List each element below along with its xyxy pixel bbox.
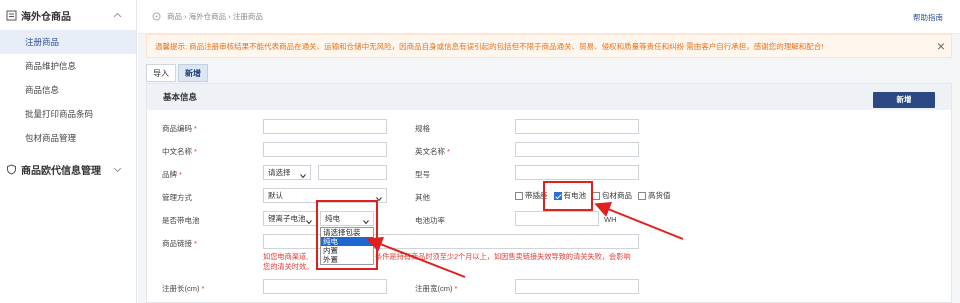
location-icon — [152, 12, 161, 21]
model-label: 型号 — [415, 170, 430, 179]
sidebar-item-product-maintenance[interactable]: 商品维护信息 — [0, 54, 136, 78]
annotation-box-battery — [543, 181, 593, 211]
power-input[interactable] — [515, 211, 599, 226]
tab-bar: 导入 新增 — [146, 64, 210, 82]
sidebar-item-product-info[interactable]: 商品信息 — [0, 78, 136, 102]
brand-select[interactable]: 请选择 — [263, 165, 311, 180]
power-label: 电池功率 — [415, 216, 445, 225]
other-label: 其他 — [415, 193, 430, 202]
chevron-down-icon — [376, 193, 382, 202]
sidebar-group-eu-rep[interactable]: 商品欧代信息管理 — [0, 154, 136, 184]
packaging-checkbox[interactable]: 包材商品 — [592, 190, 632, 201]
chevron-down-icon — [300, 170, 306, 179]
checkbox-icon — [592, 191, 600, 200]
width-label: 注册宽(cm) * — [415, 284, 458, 293]
length-input[interactable] — [263, 279, 387, 294]
add-button[interactable]: 新增 — [873, 92, 935, 108]
sidebar-item-packaging-products[interactable]: 包材商品管理 — [0, 126, 136, 150]
chevron-up-icon — [113, 11, 122, 20]
checkbox-label: 高货值 — [648, 191, 671, 200]
en-name-label: 英文名称 * — [415, 147, 450, 156]
sku-input[interactable] — [263, 119, 387, 134]
tab-import[interactable]: 导入 — [146, 64, 176, 82]
breadcrumb-text: 商品 › 海外仓商品 › 注册商品 — [167, 12, 263, 21]
sidebar-group-overseas-products[interactable]: 海外仓商品 — [0, 0, 136, 30]
model-input[interactable] — [515, 165, 639, 180]
manage-label: 管理方式 — [162, 193, 192, 202]
sidebar-group-label: 海外仓商品 — [21, 11, 71, 23]
manage-select-value: 默认 — [268, 191, 283, 200]
annotation-box-dropdown — [316, 200, 378, 270]
sidebar-item-batch-print-barcode[interactable]: 批量打印商品条码 — [0, 102, 136, 126]
sidebar: 海外仓商品 注册商品 商品维护信息 商品信息 批量打印商品条码 包材商品管理 商… — [0, 0, 137, 303]
battery-type-value: 锂离子电池 — [268, 214, 306, 223]
brand-label: 品牌 * — [162, 170, 182, 179]
tab-add-new[interactable]: 新增 — [178, 64, 208, 82]
battery-type-select[interactable]: 锂离子电池 — [263, 211, 317, 226]
power-unit: WH — [604, 215, 617, 224]
link-hint-line2: 您的清关时效。 — [263, 262, 314, 271]
spec-input[interactable] — [515, 119, 639, 134]
high-value-checkbox[interactable]: 高货值 — [638, 190, 671, 201]
en-name-input[interactable] — [515, 142, 639, 157]
brand-select-value: 请选择 — [268, 168, 291, 177]
sidebar-group-label: 商品欧代信息管理 — [21, 165, 101, 177]
link-label: 商品链接 * — [162, 239, 197, 248]
checkbox-label: 包材商品 — [602, 191, 632, 200]
warning-banner: 温馨提示: 商品注册审核结果不能代表商品在通关、运输和仓储中无风险，因商品自身或… — [146, 34, 952, 58]
checkbox-icon — [638, 191, 646, 200]
brand-text-input[interactable] — [318, 165, 387, 180]
box-icon — [6, 10, 17, 21]
panel-title: 基本信息 — [163, 92, 198, 102]
spec-label: 规格 — [415, 124, 430, 133]
close-icon[interactable]: × — [937, 39, 945, 53]
warning-text: 温馨提示: 商品注册审核结果不能代表商品在通关、运输和仓储中无风险，因商品自身或… — [155, 41, 824, 51]
chevron-down-icon — [306, 216, 312, 225]
breadcrumb: 商品 › 海外仓商品 › 注册商品 帮助指南 — [138, 0, 960, 34]
cn-name-input[interactable] — [263, 142, 387, 157]
chevron-down-icon — [113, 165, 122, 174]
other-options: 带插座 有电池 包材商品 高货值 — [515, 190, 677, 201]
battery-label: 是否带电池 — [162, 216, 200, 225]
cn-name-label: 中文名称 * — [162, 147, 197, 156]
link-hint-part2: 条件是持有商品时须至少2个月以上，如因售卖链接失效导致的清关失败，会影响 — [375, 252, 631, 261]
help-link[interactable]: 帮助指南 — [913, 12, 943, 23]
length-label: 注册长(cm) * — [162, 284, 205, 293]
width-input[interactable] — [515, 279, 639, 294]
link-hint-part1: 如您电商渠道, — [263, 252, 309, 261]
sidebar-item-register-product[interactable]: 注册商品 — [0, 30, 136, 54]
sku-label: 商品编码 * — [162, 124, 197, 133]
checkbox-icon — [515, 191, 523, 200]
panel-header: 基本信息 新增 — [147, 84, 951, 110]
shield-icon — [6, 163, 17, 175]
